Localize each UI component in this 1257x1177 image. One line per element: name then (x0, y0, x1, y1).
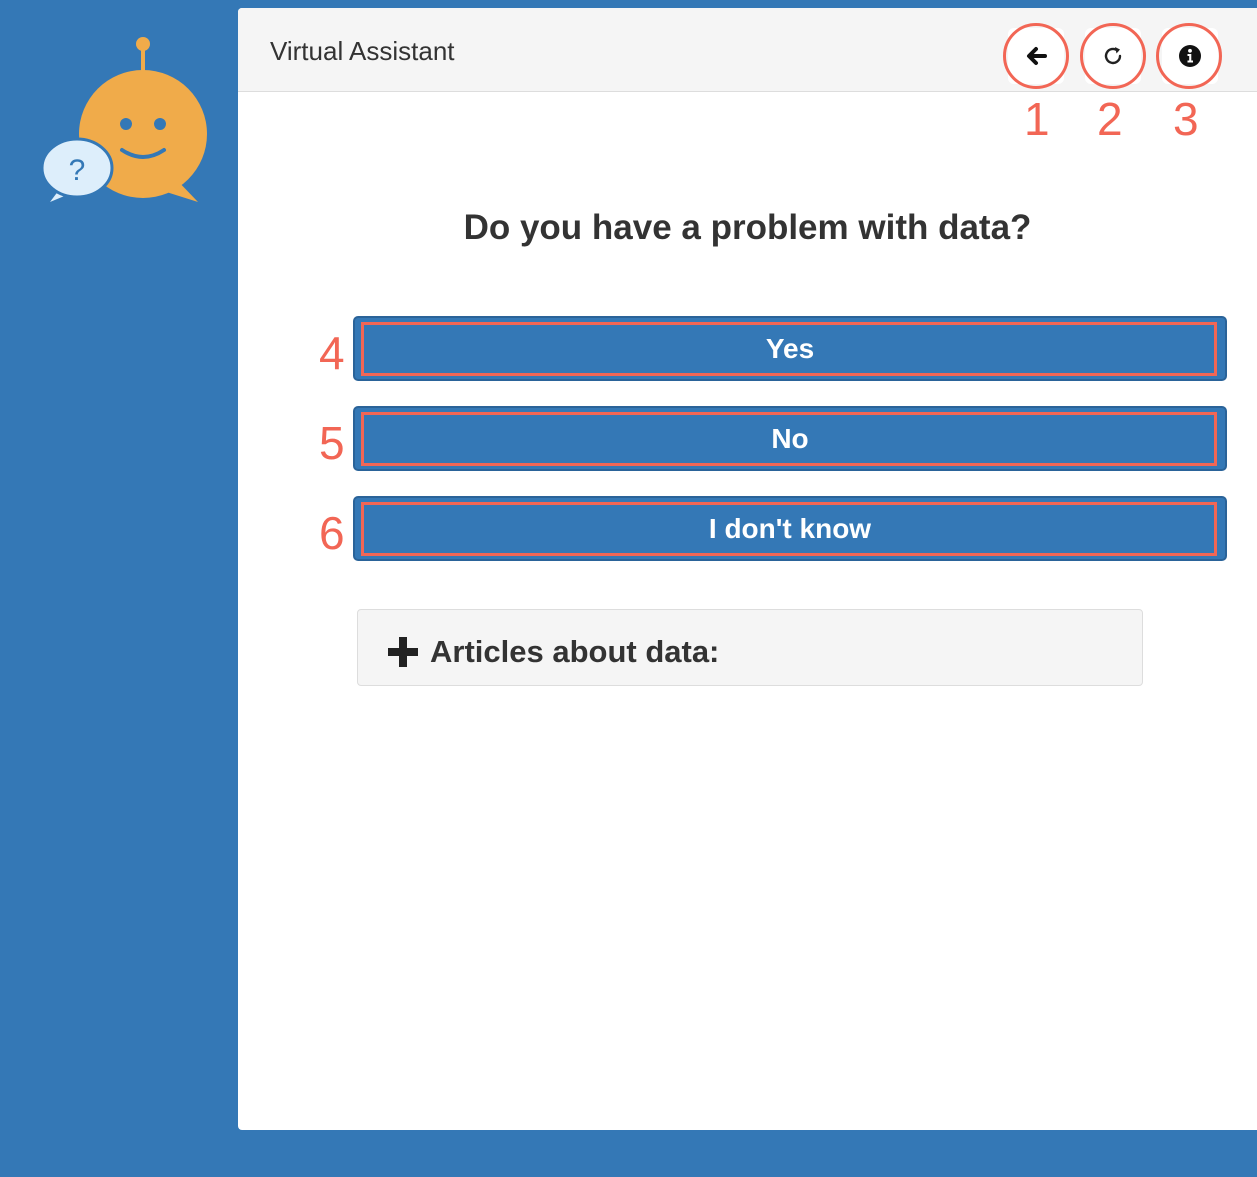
back-button[interactable] (1008, 28, 1064, 84)
articles-label: Articles about data: (430, 634, 720, 669)
answer-no-label: No (771, 422, 809, 454)
answer-yes-button[interactable]: Yes (353, 316, 1227, 381)
answer-dont-know-label: I don't know (708, 512, 872, 544)
annotation-marker-3: 3 (1173, 93, 1199, 145)
question-text: Do you have a problem with data? (463, 208, 1032, 247)
annotation-marker-5: 5 (319, 417, 345, 469)
panel-title: Virtual Assistant (270, 36, 455, 66)
articles-toggle[interactable]: Articles about data: (357, 609, 1143, 686)
refresh-icon (1104, 47, 1122, 65)
arrow-left-icon (1027, 47, 1047, 65)
chatbot-logo: ? (40, 36, 210, 206)
panel-header: Virtual Assistant (238, 8, 1257, 92)
annotation-marker-2: 2 (1097, 93, 1123, 145)
svg-text:?: ? (69, 154, 86, 187)
plus-icon (388, 637, 418, 667)
annotation-marker-4: 4 (319, 327, 345, 379)
info-button[interactable] (1162, 28, 1218, 84)
info-icon (1179, 45, 1201, 67)
answer-dont-know-button[interactable]: I don't know (353, 496, 1227, 561)
annotation-marker-6: 6 (319, 507, 345, 559)
chatbot-logo-icon: ? (40, 37, 207, 202)
restart-button[interactable] (1085, 28, 1141, 84)
annotation-marker-1: 1 (1024, 93, 1050, 145)
assistant-panel: Virtual Assistant 1 2 3 Do you have a pr… (238, 8, 1257, 1130)
answer-yes-label: Yes (765, 332, 815, 364)
answer-no-button[interactable]: No (353, 406, 1227, 471)
